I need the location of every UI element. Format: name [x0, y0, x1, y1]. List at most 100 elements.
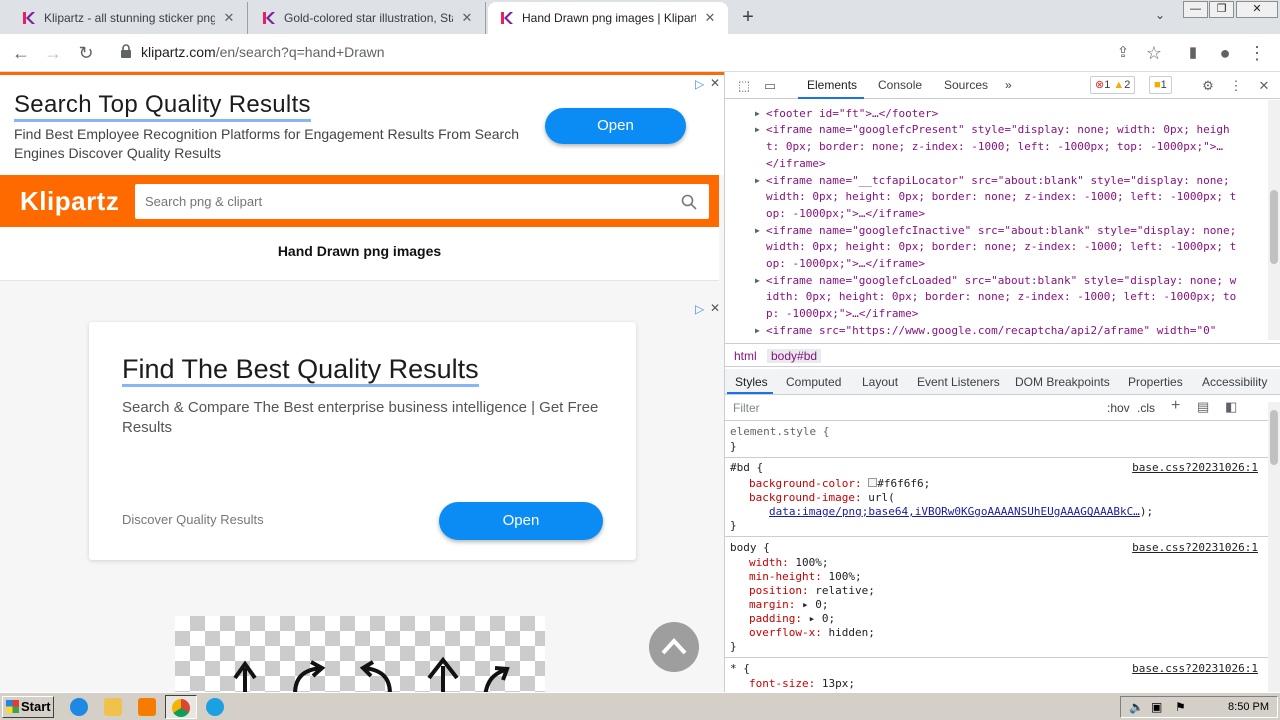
css-prop[interactable]: width: — [749, 556, 789, 569]
dom-node-cont[interactable]: width: 0px; height: 0px; border: none; z… — [766, 189, 1236, 206]
tab-properties[interactable]: Properties — [1128, 375, 1183, 389]
adchoices-icon[interactable]: ▷ — [695, 77, 704, 91]
css-value[interactable]: url( — [868, 491, 895, 504]
file-explorer-icon[interactable] — [104, 698, 122, 716]
minimize-button[interactable]: — — [1183, 1, 1208, 18]
ad-close-icon[interactable]: ✕ — [710, 301, 720, 315]
rule-source-link[interactable]: base.css?20231026:1 — [1132, 541, 1258, 555]
css-prop[interactable]: margin: — [749, 598, 795, 611]
inspect-element-icon[interactable]: ⬚ — [735, 77, 753, 95]
hov-toggle[interactable]: :hov — [1107, 401, 1130, 415]
profile-avatar-icon[interactable]: ● — [1212, 40, 1238, 66]
css-prop[interactable]: font-size: — [749, 677, 815, 690]
site-logo[interactable]: Klipartz — [20, 186, 119, 217]
rule-selector[interactable]: #bd { — [730, 461, 763, 475]
network-icon[interactable]: ▣ — [1151, 700, 1162, 714]
toggle-sidebar-icon[interactable]: ◧ — [1225, 399, 1237, 415]
expand-triangle-icon[interactable]: ▶ — [755, 106, 760, 123]
tab-styles[interactable]: Styles — [735, 375, 768, 389]
share-icon[interactable]: ⇪ — [1110, 40, 1136, 66]
rule-selector[interactable]: element.style { — [730, 425, 829, 439]
css-value[interactable]: ▸ 0; — [809, 612, 836, 625]
css-value[interactable]: 13px; — [822, 677, 855, 690]
scroll-to-top-button[interactable] — [649, 622, 699, 672]
css-value[interactable]: 100%; — [795, 556, 828, 569]
expand-triangle-icon[interactable]: ▶ — [755, 223, 760, 240]
ad-title[interactable]: Search Top Quality Results — [14, 91, 311, 122]
css-prop[interactable]: position: — [749, 584, 809, 597]
breadcrumb-body[interactable]: body#bd — [767, 349, 822, 363]
css-prop[interactable]: background-image: — [749, 491, 862, 504]
dom-node-cont[interactable]: width: 0px; height: 0px; border: none; z… — [766, 239, 1236, 256]
image-thumbnail[interactable] — [175, 616, 545, 692]
flag-icon[interactable]: ⚑ — [1175, 700, 1186, 714]
css-value[interactable]: hidden; — [828, 626, 874, 639]
scrollbar-thumb[interactable] — [1270, 410, 1278, 465]
breadcrumb-html[interactable]: html — [734, 349, 757, 363]
issues-badge[interactable]: ■1 — [1149, 76, 1172, 94]
tab-elements[interactable]: Elements — [807, 78, 857, 92]
new-tab-button[interactable]: + — [736, 6, 760, 28]
tab-computed[interactable]: Computed — [786, 375, 841, 389]
edge-icon[interactable] — [206, 698, 224, 716]
device-toolbar-icon[interactable]: ▭ — [761, 77, 779, 95]
start-button[interactable]: Start — [2, 696, 54, 718]
css-prop[interactable]: padding: — [749, 612, 802, 625]
css-prop[interactable]: overflow-x: — [749, 626, 822, 639]
css-prop[interactable]: background-color: — [749, 477, 862, 490]
tab-gold-star[interactable]: Gold-colored star illustration, Star De … — [250, 2, 486, 34]
cls-toggle[interactable]: .cls — [1137, 401, 1155, 415]
error-warning-badge[interactable]: ⊗1 ▲2 — [1090, 76, 1136, 94]
dom-node-cont[interactable]: p: -1000px;">…</iframe> — [766, 306, 918, 323]
new-rule-icon[interactable]: + — [1171, 397, 1180, 415]
data-url-link[interactable]: data:image/png;base64,iVBORw0KGgoAAAANSU… — [769, 505, 1140, 518]
rule-source-link[interactable]: base.css?20231026:1 — [1132, 662, 1258, 676]
dom-node[interactable]: <footer id="ft">…</footer> — [766, 106, 938, 123]
settings-gear-icon[interactable]: ⚙ — [1199, 77, 1217, 95]
devtools-menu-icon[interactable]: ⋮ — [1227, 77, 1245, 95]
more-tabs-button[interactable]: » — [1005, 78, 1012, 92]
ad-close-icon[interactable]: ✕ — [710, 76, 720, 90]
close-devtools-icon[interactable]: ✕ — [1255, 77, 1273, 95]
dom-node-cont[interactable]: t: 0px; border: none; z-index: -1000; le… — [766, 139, 1223, 156]
rule-selector[interactable]: * { — [730, 662, 750, 676]
tab-dom-breakpoints[interactable]: DOM Breakpoints — [1015, 375, 1110, 389]
forward-arrow-icon[interactable]: → — [40, 40, 66, 66]
reload-icon[interactable]: ↻ — [73, 40, 99, 66]
tab-layout[interactable]: Layout — [862, 375, 898, 389]
css-value[interactable]: 100%; — [828, 570, 861, 583]
rule-source-link[interactable]: base.css?20231026:1 — [1132, 461, 1258, 475]
side-panel-icon[interactable]: ▮ — [1180, 40, 1206, 66]
dom-node-cont[interactable]: op: -1000px;">…</iframe> — [766, 256, 925, 273]
tab-hand-drawn[interactable]: Hand Drawn png images | Klipartz ✕ — [488, 2, 728, 34]
volume-icon[interactable]: 🔈 — [1129, 700, 1144, 714]
dom-node-cont[interactable]: op: -1000px;">…</iframe> — [766, 206, 925, 223]
chrome-taskbar-button[interactable] — [165, 695, 197, 719]
menu-kebab-icon[interactable]: ⋮ — [1244, 40, 1270, 66]
url-text[interactable]: klipartz.com/en/search?q=hand+Drawn — [141, 44, 385, 60]
dom-node[interactable]: <iframe name="googlefcPresent" style="di… — [766, 122, 1230, 139]
expand-triangle-icon[interactable]: ▶ — [755, 323, 760, 340]
tab-klipartz-home[interactable]: Klipartz - all stunning sticker png ima … — [10, 2, 248, 34]
dom-node[interactable]: <iframe name="__tcfapiLocator" src="abou… — [766, 173, 1230, 190]
expand-triangle-icon[interactable]: ▶ — [755, 273, 760, 290]
filter-input[interactable]: Filter — [729, 398, 1099, 418]
ad-open-button[interactable]: Open — [545, 108, 686, 144]
dom-node[interactable]: <iframe src="https://www.google.com/reca… — [766, 323, 1216, 340]
expand-triangle-icon[interactable]: ▶ — [755, 173, 760, 190]
back-arrow-icon[interactable]: ← — [8, 40, 34, 66]
bookmark-star-icon[interactable]: ☆ — [1141, 40, 1167, 66]
scrollbar-thumb[interactable] — [1270, 190, 1278, 264]
close-window-button[interactable]: ✕ — [1236, 1, 1278, 18]
css-prop[interactable]: min-height: — [749, 570, 822, 583]
rule-selector[interactable]: body { — [730, 541, 770, 555]
dom-node-cont[interactable]: idth: 0px; height: 0px; border: none; z-… — [766, 289, 1236, 306]
css-value[interactable]: relative; — [815, 584, 875, 597]
search-icon[interactable] — [681, 194, 697, 210]
restore-button[interactable]: ❐ — [1209, 1, 1234, 18]
tab-sources[interactable]: Sources — [944, 78, 988, 92]
dom-node[interactable]: <iframe name="googlefcLoaded" src="about… — [766, 273, 1236, 290]
tab-accessibility[interactable]: Accessibility — [1202, 375, 1267, 389]
ad-title[interactable]: Find The Best Quality Results — [122, 354, 479, 387]
clock[interactable]: 8:50 PM — [1228, 701, 1269, 713]
